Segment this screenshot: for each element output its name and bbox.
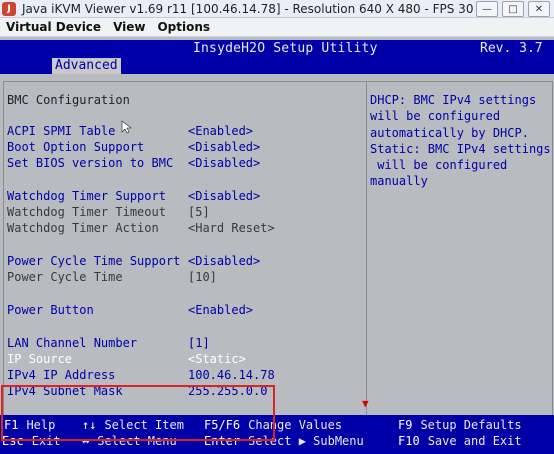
setting-label: IP Source xyxy=(7,352,73,366)
maximize-button[interactable]: □ xyxy=(502,1,524,17)
menu-virtual-device[interactable]: Virtual Device xyxy=(6,20,101,34)
bios-title-bar: InsydeH2O Setup Utility Rev. 3.7 xyxy=(0,40,554,58)
setting-label: Watchdog Timer Action xyxy=(7,221,159,235)
close-button[interactable]: ✕ xyxy=(528,1,550,17)
highlight-box xyxy=(1,385,275,441)
setting-label: Set BIOS version to BMC xyxy=(7,156,174,170)
setting-label: ACPI SPMI Table xyxy=(7,124,116,138)
help-text: DHCP: BMC IPv4 settings will be configur… xyxy=(370,93,551,189)
key-description: Setup Defaults xyxy=(420,418,522,432)
setting-label: Boot Option Support xyxy=(7,140,145,154)
minimize-button[interactable]: — xyxy=(476,1,498,17)
window-title: Java iKVM Viewer v1.69 r11 [100.46.14.78… xyxy=(22,1,474,16)
tab-advanced[interactable]: Advanced xyxy=(52,58,121,74)
scroll-down-arrow-icon: ▼ xyxy=(362,397,369,410)
setting-label: Power Cycle Time Support xyxy=(7,254,181,268)
setting-value: <Hard Reset> xyxy=(188,221,275,235)
bios-screen[interactable]: InsydeH2O Setup Utility Rev. 3.7 Advance… xyxy=(0,37,554,454)
setting-value[interactable]: <Enabled> xyxy=(188,302,253,318)
window-titlebar: J Java iKVM Viewer v1.69 r11 [100.46.14.… xyxy=(0,0,554,18)
bios-revision: Rev. 3.7 xyxy=(480,41,543,56)
java-app-icon: J xyxy=(2,1,16,16)
setting-value[interactable]: <Disabled> xyxy=(188,139,260,155)
setting-value: [10] xyxy=(188,270,217,284)
setting-value[interactable]: <Static> xyxy=(188,351,246,367)
setting-value[interactable]: <Disabled> xyxy=(188,155,260,171)
key-name: F9 xyxy=(398,418,413,432)
bios-tab-row: Advanced xyxy=(0,58,554,74)
setting-value[interactable]: <Enabled> xyxy=(188,123,253,139)
setting-label: Power Cycle Time xyxy=(7,270,123,284)
setting-label: Power Button xyxy=(7,303,94,317)
key-help-item: F9 Setup Defaults xyxy=(398,417,522,433)
setting-label: Watchdog Timer Timeout xyxy=(7,205,166,219)
setting-value[interactable]: [1] xyxy=(188,335,210,351)
setting-label: LAN Channel Number xyxy=(7,336,138,350)
key-name: F10 xyxy=(398,434,420,448)
setting-label: Watchdog Timer Support xyxy=(7,189,166,203)
mouse-pointer-icon xyxy=(121,120,132,134)
setting-value[interactable]: <Disabled> xyxy=(188,253,260,269)
key-description: Save and Exit xyxy=(427,434,522,448)
section-heading: BMC Configuration xyxy=(7,93,130,107)
window-controls: — □ ✕ xyxy=(476,1,550,17)
setting-value[interactable]: <Disabled> xyxy=(188,188,260,204)
bios-title: InsydeH2O Setup Utility xyxy=(193,41,378,56)
setting-value[interactable]: 100.46.14.78 xyxy=(188,367,275,383)
menu-options[interactable]: Options xyxy=(157,20,210,34)
key-help-item: F10 Save and Exit xyxy=(398,433,522,449)
menubar: Virtual Device View Options xyxy=(0,18,554,37)
menu-view[interactable]: View xyxy=(113,20,145,34)
setting-value: [5] xyxy=(188,205,210,219)
setting-label: IPv4 IP Address xyxy=(7,368,116,382)
help-panel: DHCP: BMC IPv4 settings will be configur… xyxy=(366,81,553,443)
